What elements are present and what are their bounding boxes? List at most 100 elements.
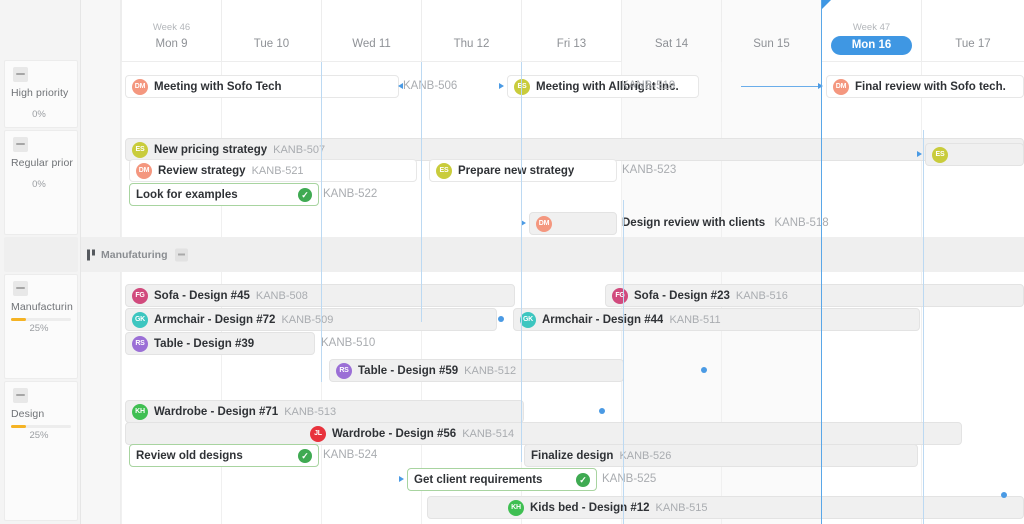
dependency-dot: [498, 316, 504, 322]
task-bar-kanb-522[interactable]: Look for examples ✓: [129, 183, 319, 206]
week-label: Week 46: [152, 22, 191, 33]
avatar: FG: [132, 287, 148, 304]
timeline-grid: Manufaturing DM Meeting with Sofo Tech K…: [81, 62, 1024, 524]
task-code-kanb-522: KANB-522: [323, 188, 378, 200]
day-label-fri13: Fri 13: [556, 38, 587, 50]
task-code-kanb-515: KANB-515: [655, 501, 708, 514]
task-code-kanb-512: KANB-512: [464, 364, 517, 377]
day-label-thu12: Thu 12: [453, 38, 490, 50]
day-label-mon16-today[interactable]: Mon 16: [831, 36, 912, 55]
avatar: ES: [932, 146, 948, 163]
task-code-kanb-507: KANB-507: [273, 143, 326, 156]
avatar: DM: [136, 162, 152, 179]
task-bar-kanb-525[interactable]: Get client requirements ✓: [407, 468, 597, 491]
day-column-fri13[interactable]: Fri 13: [521, 0, 621, 62]
dependency-rail: [321, 62, 322, 382]
avatar: GK: [132, 311, 148, 328]
task-bar-kanb-512[interactable]: RS Table - Design #59 KANB-512: [329, 359, 624, 382]
day-column-sat14[interactable]: Sat 14: [621, 0, 721, 62]
task-title: Get client requirements: [414, 473, 543, 486]
task-code-kanb-513: KANB-513: [284, 405, 337, 418]
avatar: ES: [132, 141, 148, 158]
task-bar-kanb-523[interactable]: ES Prepare new strategy: [429, 159, 617, 182]
task-code-kanb-525: KANB-525: [602, 473, 657, 485]
dependency-dot: [599, 408, 605, 414]
task-title: Armchair - Design #72: [154, 313, 276, 326]
task-bar-kanb-515[interactable]: KH Kids bed - Design #12 KANB-515: [427, 496, 1024, 519]
task-bar-kanb-506[interactable]: DM Meeting with Sofo Tech: [125, 75, 399, 98]
task-title: Wardrobe - Design #56: [332, 427, 457, 440]
check-icon: ✓: [298, 187, 312, 202]
gantt-chart-app: High priority 0% Regular priority 0% Man…: [0, 0, 1024, 524]
task-code-kanb-518: Design review with clients KANB-518: [622, 217, 829, 229]
dependency-line: [741, 86, 819, 87]
progress-track: [11, 425, 71, 428]
day-column-mon9[interactable]: Week 46 Mon 9: [121, 0, 221, 62]
task-bar-kanb-513[interactable]: KH Wardrobe - Design #71 KANB-513: [125, 400, 524, 423]
sidebar-group-percent: 0%: [32, 109, 46, 120]
task-bar-kanb-507[interactable]: ES New pricing strategy KANB-507: [125, 138, 1024, 161]
day-label-tue10: Tue 10: [253, 38, 290, 50]
task-title: New pricing strategy: [154, 143, 268, 156]
task-code-kanb-509: KANB-509: [281, 313, 334, 326]
sidebar-group-regular-priority[interactable]: Regular priority 0%: [4, 130, 78, 235]
task-bar-kanb-516[interactable]: FG Sofa - Design #23 KANB-516: [605, 284, 1024, 307]
collapse-icon[interactable]: [13, 388, 28, 403]
sidebar-group-label: Manufacturing: [11, 301, 73, 313]
task-bar-kanb-509[interactable]: GK Armchair - Design #72 KANB-509: [125, 308, 497, 331]
collapse-icon[interactable]: [175, 248, 188, 261]
task-title: Sofa - Design #45: [154, 289, 250, 302]
task-bar-kanb-514[interactable]: JL Wardrobe - Design #56 KANB-514: [125, 422, 962, 445]
day-column-thu12[interactable]: Thu 12: [421, 0, 521, 62]
collapse-icon[interactable]: [13, 67, 28, 82]
sidebar-group-high-priority[interactable]: High priority 0%: [4, 60, 78, 128]
dependency-rail: [923, 130, 924, 524]
task-code-kanb-519: KANB-519: [621, 80, 676, 92]
day-column-sun15[interactable]: Sun 15: [721, 0, 821, 62]
grid-gutter: [81, 62, 121, 524]
task-title: Sofa - Design #23: [634, 289, 730, 302]
collapse-icon[interactable]: [13, 137, 28, 152]
day-column-mon16[interactable]: Week 47 Mon 16: [821, 0, 921, 62]
avatar: JL: [310, 425, 326, 442]
day-column-tue17[interactable]: Tue 17: [921, 0, 1024, 62]
sidebar-group-design[interactable]: Design 25%: [4, 381, 78, 521]
progress-track: [11, 318, 71, 321]
day-label-sun15: Sun 15: [753, 38, 790, 50]
task-title: Review old designs: [136, 449, 243, 462]
day-column-tue10[interactable]: Tue 10: [221, 0, 321, 62]
task-code-kanb-516: KANB-516: [735, 289, 788, 302]
avatar: RS: [336, 362, 352, 379]
dependency-rail: [521, 62, 522, 462]
task-bar-milestone-dm[interactable]: DM: [529, 212, 617, 235]
task-bar-kanb-511[interactable]: GK Armchair - Design #44 KANB-511: [513, 308, 920, 331]
task-code-kanb-521: KANB-521: [251, 164, 304, 177]
task-bar-kanb-526[interactable]: Finalize design KANB-526: [524, 444, 918, 467]
day-column-wed11[interactable]: Wed 11: [321, 0, 421, 62]
section-band-manufacturing[interactable]: Manufaturing: [81, 237, 1024, 272]
task-title: Prepare new strategy: [458, 164, 575, 177]
task-bar-es-right[interactable]: ES: [925, 143, 1024, 166]
week-label: Week 47: [852, 22, 891, 33]
task-bar-kanb-510[interactable]: RS Table - Design #39: [125, 332, 315, 355]
task-bar-kanb-521[interactable]: DM Review strategy KANB-521: [129, 159, 417, 182]
task-code-kanb-508: KANB-508: [255, 289, 308, 302]
task-title: Armchair - Design #44: [542, 313, 664, 326]
avatar: ES: [514, 78, 530, 95]
avatar: ES: [436, 162, 452, 179]
task-title: Meeting with Sofo Tech: [154, 80, 282, 93]
task-title: Final review with Sofo tech.: [855, 80, 1006, 93]
task-bar-final-review[interactable]: DM Final review with Sofo tech.: [826, 75, 1024, 98]
task-bar-kanb-524[interactable]: Review old designs ✓: [129, 444, 319, 467]
sidebar-group-label: Regular priority: [11, 157, 73, 169]
dependency-arrow: [499, 83, 504, 89]
task-bar-kanb-508[interactable]: FG Sofa - Design #45 KANB-508: [125, 284, 515, 307]
task-code-kanb-523: KANB-523: [622, 164, 677, 176]
sidebar-section-spacer: [4, 237, 78, 272]
collapse-icon[interactable]: [13, 281, 28, 296]
sidebar-group-manufacturing[interactable]: Manufacturing 25%: [4, 274, 78, 379]
sidebar-group-percent: 25%: [29, 323, 49, 334]
avatar: GK: [520, 311, 536, 328]
progress-fill: [11, 318, 26, 321]
dependency-rail: [421, 62, 422, 322]
